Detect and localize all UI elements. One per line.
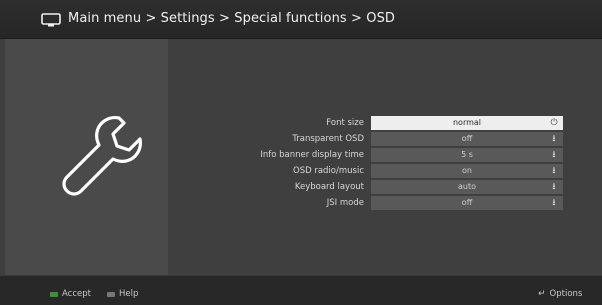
footer-bar: Accept Help ↵ Options <box>0 276 602 305</box>
setting-value-jsi-mode[interactable]: off ⭳ <box>371 195 563 210</box>
setting-value-transparent-osd[interactable]: off ⭳ <box>371 131 563 146</box>
setting-label: Transparent OSD <box>292 133 364 144</box>
setting-value-osd-radio[interactable]: on ⭳ <box>371 163 563 178</box>
setting-label: Font size <box>326 118 364 128</box>
dropdown-arrow-icon: ⭳ <box>552 181 556 192</box>
setting-row-keyboard-layout[interactable]: Keyboard layout auto ⭳ <box>200 179 566 196</box>
enter-key-icon: ↵ <box>538 289 546 299</box>
dropdown-arrow-icon: ⭳ <box>552 133 556 144</box>
setting-value: off <box>461 197 473 207</box>
setting-row-jsi-mode[interactable]: JSI mode off ⭳ <box>200 195 566 212</box>
setting-label: Keyboard layout <box>294 181 364 192</box>
setting-label: OSD radio/music <box>293 165 364 176</box>
side-panel <box>5 39 168 275</box>
help-key-icon <box>107 291 115 297</box>
setting-value: off <box>461 133 473 143</box>
setting-value-info-banner[interactable]: 5 s ⭳ <box>371 147 563 162</box>
accept-label: Accept <box>62 289 91 299</box>
setting-value-keyboard-layout[interactable]: auto ⭳ <box>371 179 563 194</box>
setting-value: normal <box>452 118 482 127</box>
options-button[interactable]: ↵ Options <box>538 289 582 299</box>
setting-label: JSI mode <box>326 197 364 208</box>
setting-value-font-size[interactable]: normal ⏻ <box>371 116 563 130</box>
settings-list: Font size normal ⏻ Transparent OSD off ⭳… <box>200 116 566 212</box>
dropdown-arrow-icon: ⭳ <box>552 165 556 176</box>
setting-row-font-size[interactable]: Font size normal ⏻ <box>200 116 566 132</box>
setting-value: 5 s <box>461 149 473 159</box>
options-label: Options <box>549 289 583 299</box>
dropdown-arrow-icon: ⭳ <box>552 197 556 208</box>
help-label: Help <box>119 289 139 299</box>
help-button[interactable]: Help <box>107 289 138 299</box>
setting-label: Info banner display time <box>260 149 364 160</box>
setting-row-osd-radio[interactable]: OSD radio/music on ⭳ <box>200 163 566 180</box>
breadcrumb: Main menu > Settings > Special functions… <box>68 11 396 26</box>
accept-button[interactable]: Accept <box>50 289 91 299</box>
dropdown-arrow-icon: ⭳ <box>552 149 556 160</box>
setting-row-info-banner[interactable]: Info banner display time 5 s ⭳ <box>200 147 566 164</box>
wrench-icon <box>62 116 142 196</box>
power-toggle-icon: ⏻ <box>550 118 558 128</box>
setting-value: on <box>462 165 472 175</box>
setting-value: auto <box>457 181 476 191</box>
setting-row-transparent-osd[interactable]: Transparent OSD off ⭳ <box>200 131 566 148</box>
tv-icon <box>41 13 61 27</box>
title-bar: Main menu > Settings > Special functions… <box>0 0 602 39</box>
green-key-icon <box>50 291 58 297</box>
